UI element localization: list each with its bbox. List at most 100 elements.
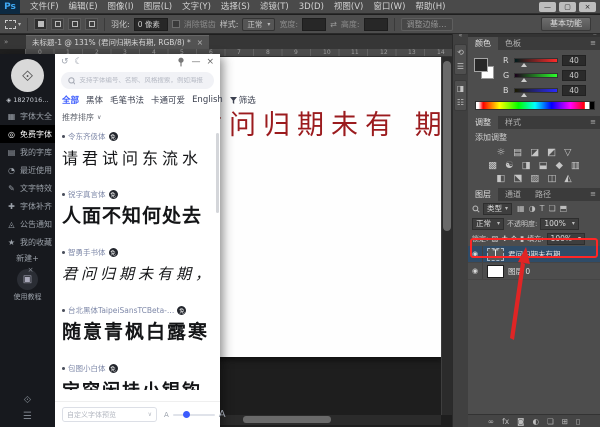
vertical-scrollbar-thumb[interactable]: [443, 61, 451, 231]
adjustment-layer-icon[interactable]: ◐: [532, 417, 539, 426]
color-spectrum-ramp[interactable]: [475, 101, 595, 110]
font-preview[interactable]: 宝帘闲挂小银钩: [62, 377, 213, 390]
brightness-contrast-icon[interactable]: ☼: [497, 146, 506, 159]
maximize-button[interactable]: ▢: [559, 2, 576, 12]
collapse-tools-icon[interactable]: »: [0, 35, 26, 49]
font-search-box[interactable]: [61, 72, 214, 89]
preview-size-slider[interactable]: A A: [164, 409, 226, 420]
canvas-text[interactable]: 君问归期未有 期: [195, 103, 449, 142]
style-select[interactable]: 正常▾: [242, 18, 275, 31]
black-white-icon[interactable]: ◨: [522, 159, 531, 172]
visibility-eye-icon[interactable]: ◉: [468, 246, 483, 262]
sidebar-item-free-fonts[interactable]: ◎免费字体: [0, 125, 55, 143]
tutorial-close-icon[interactable]: ×: [28, 266, 34, 274]
menu-filter[interactable]: 滤镜(T): [255, 0, 294, 14]
font-preview[interactable]: 请君试问东流水: [62, 145, 213, 172]
tab-paths[interactable]: 路径: [528, 188, 558, 201]
delete-layer-icon[interactable]: ▯: [576, 417, 580, 426]
info-panel-icon[interactable]: ☷: [457, 98, 464, 107]
user-account[interactable]: ◈1827016…: [6, 96, 48, 104]
selective-color-icon[interactable]: ◫: [547, 172, 556, 185]
panel-minimize-icon[interactable]: —: [191, 57, 200, 67]
swap-dimensions-icon[interactable]: ⇄: [330, 20, 337, 29]
sidebar-item-favorites[interactable]: ★我的收藏: [0, 233, 55, 251]
feather-input[interactable]: 0 像素: [134, 18, 168, 31]
minimize-button[interactable]: —: [539, 2, 556, 12]
selection-add-icon[interactable]: [51, 18, 64, 30]
tab-all[interactable]: 全部: [62, 94, 79, 106]
filter-button[interactable]: 筛选: [230, 94, 256, 106]
font-list-item[interactable]: 智勇手书体免 君问归期未有期，: [62, 247, 213, 297]
document-tab[interactable]: 未标题-1 @ 131% (君问归期未有期, RGB/8) * ×: [26, 35, 209, 49]
layer-style-fx-icon[interactable]: fx: [502, 417, 509, 426]
blue-value-input[interactable]: 40: [562, 85, 586, 96]
lock-paint-icon[interactable]: ✚: [501, 234, 507, 243]
menu-3d[interactable]: 3D(D): [294, 0, 329, 14]
panel-menu-icon[interactable]: ≡: [590, 37, 600, 50]
red-slider[interactable]: [514, 58, 558, 63]
height-input[interactable]: [364, 18, 388, 31]
panel-close-icon[interactable]: ×: [206, 57, 214, 67]
tab-cartoon[interactable]: 卡通可爱: [151, 94, 185, 106]
list-scrollbar[interactable]: [216, 133, 219, 213]
font-preview[interactable]: 人面不知何处去: [62, 203, 213, 230]
font-list-item[interactable]: 锐字真言体免 人面不知何处去: [62, 189, 213, 239]
menu-view[interactable]: 视图(V): [329, 0, 368, 14]
tab-heiti[interactable]: 黑体: [86, 94, 103, 106]
layer-group-icon[interactable]: ❏: [547, 417, 554, 426]
layer-name[interactable]: 君问归期未有期: [508, 249, 561, 260]
sidebar-item-new[interactable]: 新建+: [0, 251, 55, 266]
slider-knob[interactable]: [183, 411, 190, 418]
levels-icon[interactable]: ▤: [513, 146, 522, 159]
panel-menu-icon[interactable]: ≡: [590, 188, 600, 201]
close-button[interactable]: ×: [579, 2, 596, 12]
hamburger-menu-icon[interactable]: ☰: [23, 411, 32, 422]
plugin-brand-icon[interactable]: ⟐: [24, 395, 32, 406]
hue-saturation-icon[interactable]: ▩: [488, 159, 497, 172]
menu-image[interactable]: 图像(I): [103, 0, 139, 14]
layer-row-background[interactable]: ◉ 图层 0: [468, 263, 600, 280]
sidebar-item-recent[interactable]: ◔最近使用: [0, 161, 55, 179]
blue-slider[interactable]: [514, 88, 558, 93]
selection-subtract-icon[interactable]: [68, 18, 81, 30]
tab-styles[interactable]: 样式: [498, 116, 528, 129]
refine-edge-button[interactable]: 调整边缘…: [401, 18, 453, 31]
tab-adjustments[interactable]: 调整: [468, 116, 498, 129]
text-layer-thumbnail[interactable]: T: [487, 248, 504, 261]
font-preview[interactable]: 君问归期未有期，: [62, 261, 213, 288]
link-layers-icon[interactable]: ∞: [488, 417, 494, 426]
filter-shape-layers-icon[interactable]: ❏: [548, 204, 555, 213]
document-tab-close-icon[interactable]: ×: [197, 38, 203, 47]
vertical-scrollbar[interactable]: [441, 57, 452, 415]
history-panel-icon[interactable]: ⟲: [457, 48, 464, 57]
filter-kind-select[interactable]: 类型▾: [483, 203, 512, 215]
tutorial-widget[interactable]: × ▣ 使用教程: [14, 269, 42, 302]
sort-dropdown[interactable]: 推荐排序 ∨: [55, 108, 220, 125]
font-preview[interactable]: 随意青枫白露寒: [62, 319, 213, 346]
menu-edit[interactable]: 编辑(E): [64, 0, 103, 14]
tab-color[interactable]: 颜色: [468, 37, 498, 50]
layer-thumbnail[interactable]: [487, 265, 504, 278]
layer-mask-icon[interactable]: ◙: [517, 417, 524, 426]
menu-file[interactable]: 文件(F): [25, 0, 64, 14]
sidebar-item-announcements[interactable]: ◬公告通知: [0, 215, 55, 233]
slider-marker[interactable]: [521, 93, 527, 97]
font-list-item[interactable]: 包图小白体免 宝帘闲挂小银钩: [62, 363, 213, 390]
lock-pixels-icon[interactable]: ▨: [491, 234, 498, 243]
threshold-icon[interactable]: ▨: [530, 172, 539, 185]
visibility-eye-icon[interactable]: ◉: [468, 263, 483, 279]
invert-icon[interactable]: ◧: [496, 172, 505, 185]
exposure-icon[interactable]: ◩: [547, 146, 556, 159]
tab-english[interactable]: English: [192, 95, 223, 105]
width-input[interactable]: [302, 18, 326, 31]
foreground-color-swatch[interactable]: [474, 58, 488, 72]
filter-pixel-layers-icon[interactable]: ▦: [517, 204, 525, 213]
workspace-button[interactable]: 基本功能: [541, 17, 591, 31]
red-value-input[interactable]: 40: [562, 55, 586, 66]
menu-type[interactable]: 文字(Y): [177, 0, 216, 14]
menu-layer[interactable]: 图层(L): [139, 0, 177, 14]
green-slider[interactable]: [514, 73, 558, 78]
blend-mode-select[interactable]: 正常▾: [472, 218, 504, 230]
refresh-icon[interactable]: ↺: [61, 57, 69, 67]
layer-name[interactable]: 图层 0: [508, 266, 530, 277]
